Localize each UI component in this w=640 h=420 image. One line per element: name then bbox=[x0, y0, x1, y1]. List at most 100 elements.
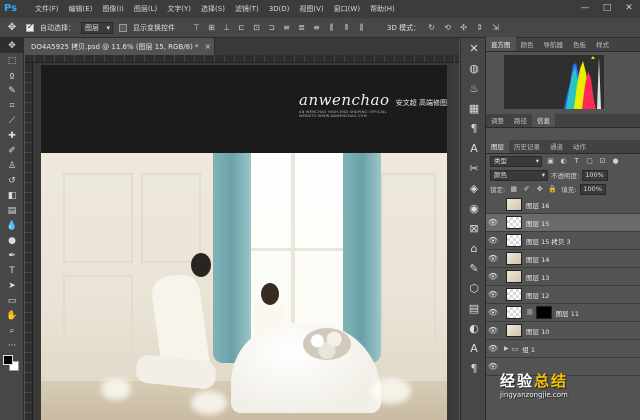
eye-icon[interactable]: 👁 bbox=[486, 308, 500, 317]
eye-icon[interactable]: 👁 bbox=[486, 272, 500, 281]
filter-shape-icon[interactable]: ▢ bbox=[585, 157, 594, 166]
menu-help[interactable]: 帮助(H) bbox=[365, 4, 400, 14]
tab-paths[interactable]: 路径 bbox=[509, 113, 532, 127]
brush-tool-icon[interactable]: ✐ bbox=[0, 143, 24, 158]
zoom-tool-icon[interactable]: ⌕ bbox=[0, 323, 24, 338]
properties-icon[interactable]: ▦ bbox=[461, 98, 487, 118]
paragraph-icon[interactable]: A bbox=[461, 138, 487, 158]
lock-position-icon[interactable]: ✥ bbox=[535, 185, 544, 194]
layer-row[interactable]: 👁 图层 13 bbox=[486, 268, 640, 286]
layer-comps-icon[interactable]: ◈ bbox=[461, 178, 487, 198]
lasso-tool-icon[interactable]: ჲ bbox=[0, 68, 24, 83]
vertical-scrollbar[interactable] bbox=[453, 63, 459, 420]
3d-slide-icon[interactable]: ⇕ bbox=[474, 22, 485, 33]
move-tool-icon[interactable]: ✥ bbox=[0, 38, 24, 53]
menu-filter[interactable]: 滤镜(T) bbox=[230, 4, 264, 14]
notes-icon[interactable]: ⌂ bbox=[461, 238, 487, 258]
pen-tool-icon[interactable]: ✒ bbox=[0, 248, 24, 263]
menu-file[interactable]: 文件(F) bbox=[30, 4, 64, 14]
eyedropper-tool-icon[interactable]: ⟋ bbox=[0, 113, 24, 128]
clone-source-icon[interactable]: ♨ bbox=[461, 78, 487, 98]
tab-info[interactable]: 信息 bbox=[532, 113, 555, 127]
3d-scale-icon[interactable]: ⇲ bbox=[490, 22, 501, 33]
blur-tool-icon[interactable]: 💧 bbox=[0, 218, 24, 233]
menu-edit[interactable]: 编辑(E) bbox=[64, 4, 98, 14]
3d-rotate-icon[interactable]: ↻ bbox=[426, 22, 437, 33]
move-tool-icon[interactable]: ✥ bbox=[4, 21, 20, 35]
eye-icon[interactable]: 👁 bbox=[486, 236, 500, 245]
eraser-tool-icon[interactable]: ◧ bbox=[0, 188, 24, 203]
align-right-icon[interactable]: ⊐ bbox=[266, 22, 277, 33]
tab-navigator[interactable]: 导航器 bbox=[539, 37, 569, 51]
align-hcenter-icon[interactable]: ⊡ bbox=[251, 22, 262, 33]
eye-icon[interactable]: 👁 bbox=[486, 218, 500, 227]
layer-row[interactable]: 👁 图层 10 bbox=[486, 322, 640, 340]
path-select-tool-icon[interactable]: ➤ bbox=[0, 278, 24, 293]
filter-toggle-icon[interactable]: ● bbox=[611, 157, 620, 166]
history-brush-tool-icon[interactable]: ↺ bbox=[0, 173, 24, 188]
menu-layer[interactable]: 图层(L) bbox=[129, 4, 162, 14]
filter-type-icon[interactable]: T bbox=[572, 157, 581, 166]
glyphs-icon[interactable]: ✂ bbox=[461, 158, 487, 178]
marquee-tool-icon[interactable]: ⬚ bbox=[0, 53, 24, 68]
crop-tool-icon[interactable]: ⌗ bbox=[0, 98, 24, 113]
tab-actions[interactable]: 动作 bbox=[568, 139, 591, 153]
menu-type[interactable]: 文字(Y) bbox=[162, 4, 196, 14]
group-row[interactable]: 👁 ▶ ▭ 组 1 bbox=[486, 340, 640, 358]
menu-image[interactable]: 图像(I) bbox=[97, 4, 129, 14]
menu-3d[interactable]: 3D(D) bbox=[264, 5, 295, 13]
layer-kind-filter[interactable]: 类型 bbox=[490, 155, 542, 167]
brush-preset-icon[interactable]: ◍ bbox=[461, 58, 487, 78]
dodge-tool-icon[interactable]: ● bbox=[0, 233, 24, 248]
distribute-right-icon[interactable]: ⫼ bbox=[356, 22, 367, 33]
filter-adjustment-icon[interactable]: ◐ bbox=[559, 157, 568, 166]
fill-field[interactable]: 100% bbox=[580, 183, 607, 195]
shape-tool-icon[interactable]: ▭ bbox=[0, 293, 24, 308]
tab-color[interactable]: 颜色 bbox=[516, 37, 539, 51]
character-icon[interactable]: ¶ bbox=[461, 118, 487, 138]
more-tools-icon[interactable]: ··· bbox=[0, 338, 24, 353]
image-canvas[interactable]: anwenchao 安文超 高端修图 AN WENCHAO HIGH-END S… bbox=[41, 65, 447, 420]
minimize-button[interactable]: — bbox=[578, 2, 592, 14]
tab-layers[interactable]: 图层 bbox=[486, 139, 509, 153]
hand-tool-icon[interactable]: ✋ bbox=[0, 308, 24, 323]
layer-row[interactable]: 👁 ⛓ 图层 11 bbox=[486, 304, 640, 322]
eye-icon[interactable]: 👁 bbox=[486, 254, 500, 263]
eye-icon[interactable]: 👁 bbox=[486, 326, 500, 335]
opacity-field[interactable]: 100% bbox=[582, 169, 609, 181]
paths-icon[interactable]: ¶ bbox=[461, 358, 487, 378]
blend-mode-dropdown[interactable]: 颜色 bbox=[490, 169, 548, 181]
3d-panel-icon[interactable]: ⬡ bbox=[461, 278, 487, 298]
menu-select[interactable]: 选择(S) bbox=[196, 4, 230, 14]
layer-mask-thumbnail[interactable] bbox=[535, 306, 552, 319]
distribute-hcenter-icon[interactable]: ⫴ bbox=[341, 22, 352, 33]
lock-pixels-icon[interactable]: ✐ bbox=[522, 185, 531, 194]
tab-styles[interactable]: 样式 bbox=[591, 37, 614, 51]
distribute-left-icon[interactable]: ⫼ bbox=[326, 22, 337, 33]
close-tab-icon[interactable]: × bbox=[205, 42, 212, 51]
eye-icon[interactable]: 👁 bbox=[486, 344, 500, 353]
align-vcenter-icon[interactable]: ⊞ bbox=[206, 22, 217, 33]
healing-brush-tool-icon[interactable]: ✚ bbox=[0, 128, 24, 143]
auto-select-dropdown[interactable]: 图层 bbox=[81, 21, 113, 34]
timeline-icon[interactable]: ▤ bbox=[461, 298, 487, 318]
close-button[interactable]: ✕ bbox=[622, 2, 636, 14]
layer-row[interactable]: 👁 图层 15 拷贝 3 bbox=[486, 232, 640, 250]
layer-row-selected[interactable]: 👁 图层 15 bbox=[486, 214, 640, 232]
show-transform-checkbox[interactable] bbox=[119, 23, 127, 32]
chevron-right-icon[interactable]: ▶ bbox=[504, 345, 509, 352]
type-panel-icon[interactable]: A bbox=[461, 338, 487, 358]
filter-pixel-icon[interactable]: ▣ bbox=[546, 157, 555, 166]
menu-window[interactable]: 窗口(W) bbox=[329, 4, 365, 14]
lock-transparent-icon[interactable]: ▦ bbox=[509, 185, 518, 194]
distribute-vcenter-icon[interactable]: ≣ bbox=[296, 22, 307, 33]
gradient-tool-icon[interactable]: ▤ bbox=[0, 203, 24, 218]
3d-roll-icon[interactable]: ⟲ bbox=[442, 22, 453, 33]
tab-history[interactable]: 历史记录 bbox=[509, 139, 545, 153]
libraries-icon[interactable]: ⊠ bbox=[461, 218, 487, 238]
tab-histogram[interactable]: 直方图 bbox=[486, 37, 516, 51]
quick-select-tool-icon[interactable]: ✎ bbox=[0, 83, 24, 98]
foreground-color-swatch[interactable] bbox=[3, 355, 13, 365]
distribute-top-icon[interactable]: ≡ bbox=[281, 22, 292, 33]
tab-adjustments[interactable]: 调整 bbox=[486, 113, 509, 127]
